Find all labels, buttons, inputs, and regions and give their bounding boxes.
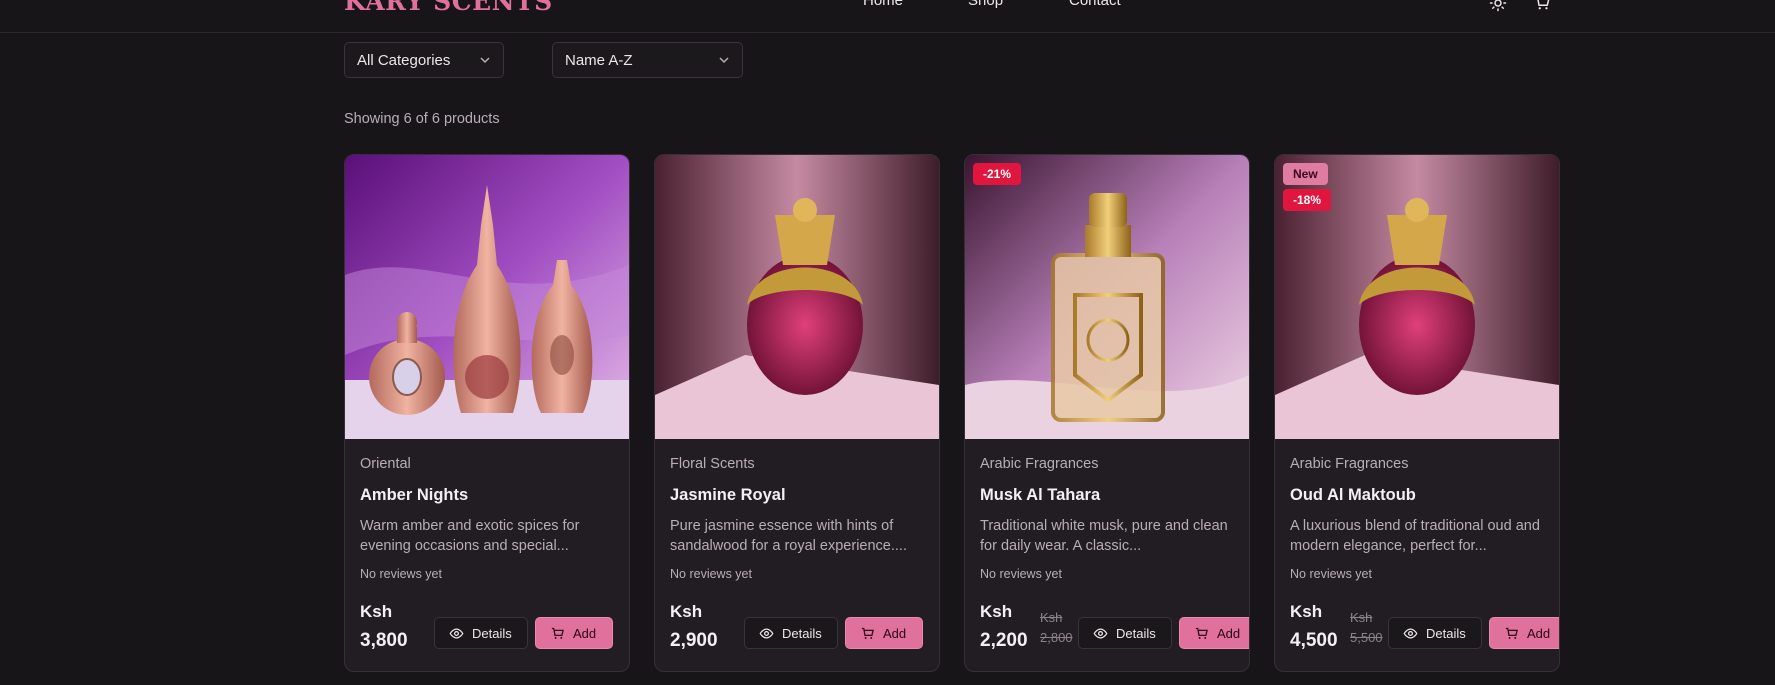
product-image[interactable] bbox=[965, 155, 1249, 439]
chevron-down-icon bbox=[719, 57, 729, 64]
product-name[interactable]: Amber Nights bbox=[360, 486, 468, 505]
product-description: Pure jasmine essence with hints of sanda… bbox=[670, 518, 907, 554]
discount-badge: -18% bbox=[1283, 189, 1332, 211]
sort-select-value: Name A-Z bbox=[565, 52, 633, 69]
details-label: Details bbox=[472, 625, 512, 641]
site-header: KARY SCENTS Home Shop Contact bbox=[0, 0, 1775, 33]
product-image[interactable] bbox=[655, 155, 939, 439]
old-price-currency: Ksh bbox=[1040, 610, 1063, 625]
details-button[interactable]: Details bbox=[744, 617, 838, 649]
product-name[interactable]: Musk Al Tahara bbox=[980, 486, 1100, 505]
category-select-value: All Categories bbox=[357, 52, 451, 69]
cart-icon bbox=[1505, 627, 1518, 639]
details-button[interactable]: Details bbox=[1388, 617, 1482, 649]
product-category: Floral Scents bbox=[670, 456, 755, 472]
new-badge: New bbox=[1283, 163, 1328, 185]
product-image[interactable] bbox=[345, 155, 629, 439]
details-button[interactable]: Details bbox=[1078, 617, 1172, 649]
product-price: 2,900 bbox=[670, 630, 718, 651]
cart-icon[interactable] bbox=[1533, 0, 1551, 12]
add-label: Add bbox=[1217, 625, 1241, 641]
product-description: Warm amber and exotic spices for evening… bbox=[360, 518, 580, 554]
product-category: Arabic Fragrances bbox=[1290, 456, 1409, 472]
cart-icon bbox=[551, 627, 564, 639]
product-description: A luxurious blend of traditional oud and… bbox=[1290, 518, 1540, 554]
old-price-currency: Ksh bbox=[1350, 610, 1373, 625]
chevron-down-icon bbox=[480, 57, 490, 64]
product-name[interactable]: Jasmine Royal bbox=[670, 486, 786, 505]
product-reviews: No reviews yet bbox=[360, 567, 442, 581]
product-card[interactable]: Oriental Amber Nights Warm amber and exo… bbox=[344, 154, 630, 672]
category-select[interactable]: All Categories bbox=[344, 42, 504, 78]
product-card[interactable]: Floral Scents Jasmine Royal Pure jasmine… bbox=[654, 154, 940, 672]
add-label: Add bbox=[883, 625, 907, 641]
nav-home[interactable]: Home bbox=[863, 0, 903, 9]
add-to-cart-button[interactable]: Add bbox=[1489, 617, 1559, 649]
product-reviews: No reviews yet bbox=[670, 567, 752, 581]
details-label: Details bbox=[1116, 625, 1156, 641]
product-reviews: No reviews yet bbox=[1290, 567, 1372, 581]
eye-icon bbox=[1093, 627, 1108, 639]
eye-icon bbox=[759, 627, 774, 639]
add-label: Add bbox=[573, 625, 597, 641]
price-currency: Ksh bbox=[670, 602, 703, 621]
price-currency: Ksh bbox=[1290, 602, 1323, 621]
details-label: Details bbox=[1426, 625, 1466, 641]
add-to-cart-button[interactable]: Add bbox=[535, 617, 613, 649]
price-currency: Ksh bbox=[980, 602, 1013, 621]
add-to-cart-button[interactable]: Add bbox=[1179, 617, 1249, 649]
brand-logo[interactable]: KARY SCENTS bbox=[344, 0, 553, 16]
old-price: 5,500 bbox=[1350, 630, 1383, 645]
add-label: Add bbox=[1527, 625, 1551, 641]
product-category: Arabic Fragrances bbox=[980, 456, 1099, 472]
nav-shop[interactable]: Shop bbox=[968, 0, 1003, 9]
product-card[interactable]: New -18% Arabic Fragrances Oud Al Maktou… bbox=[1274, 154, 1560, 672]
sun-icon[interactable] bbox=[1489, 0, 1507, 12]
results-count: Showing 6 of 6 products bbox=[344, 111, 500, 127]
product-category: Oriental bbox=[360, 456, 411, 472]
add-to-cart-button[interactable]: Add bbox=[845, 617, 923, 649]
old-price: 2,800 bbox=[1040, 630, 1073, 645]
details-label: Details bbox=[782, 625, 822, 641]
cart-icon bbox=[861, 627, 874, 639]
product-name[interactable]: Oud Al Maktoub bbox=[1290, 486, 1416, 505]
product-reviews: No reviews yet bbox=[980, 567, 1062, 581]
sort-select[interactable]: Name A-Z bbox=[552, 42, 743, 78]
product-price: 4,500 bbox=[1290, 630, 1338, 651]
nav-contact[interactable]: Contact bbox=[1069, 0, 1121, 9]
cart-icon bbox=[1195, 627, 1208, 639]
product-description: Traditional white musk, pure and clean f… bbox=[980, 518, 1228, 554]
eye-icon bbox=[1403, 627, 1418, 639]
eye-icon bbox=[449, 627, 464, 639]
discount-badge: -21% bbox=[973, 163, 1022, 185]
product-price: 2,200 bbox=[980, 630, 1028, 651]
price-currency: Ksh bbox=[360, 602, 393, 621]
product-card[interactable]: -21% Arabic Fragrances Musk Al Tahara Tr… bbox=[964, 154, 1250, 672]
details-button[interactable]: Details bbox=[434, 617, 528, 649]
product-price: 3,800 bbox=[360, 630, 408, 651]
